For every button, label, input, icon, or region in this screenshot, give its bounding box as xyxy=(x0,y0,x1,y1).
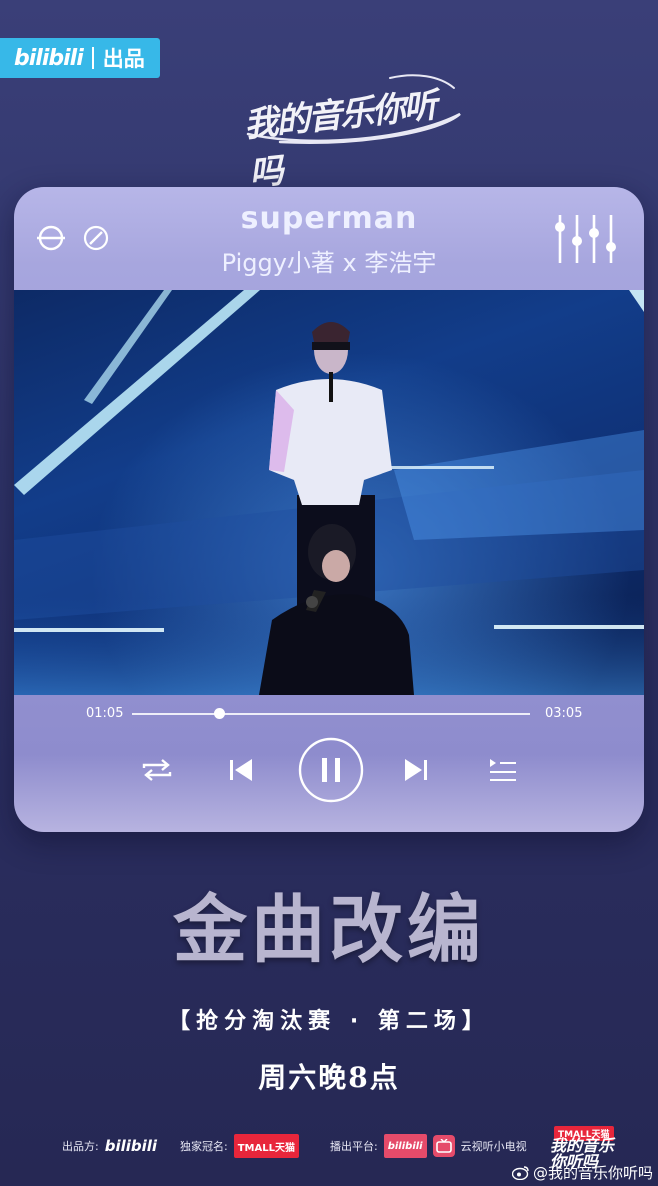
broadcast-name: 云视听小电视 xyxy=(460,1140,527,1153)
show-logo: 我的音乐你听吗 xyxy=(240,70,465,194)
bilibili-mini-logo: bilibili xyxy=(383,1134,427,1158)
footer-credits: 出品方: bilibili 独家冠名: TMALL天猫 播出平台: bilibi… xyxy=(62,1131,532,1161)
repeat-icon[interactable] xyxy=(140,758,174,786)
tmall-logo: TMALL天猫 xyxy=(233,1134,299,1158)
air-time: 周六晚8点 xyxy=(258,1061,400,1094)
sponsor-credit: 独家冠名: TMALL天猫 xyxy=(180,1131,299,1161)
pause-icon xyxy=(322,758,327,782)
song-artist: Piggy小著 x 李浩宇 xyxy=(221,249,437,277)
producer-label: 出品方: xyxy=(62,1140,99,1153)
producer-logo: bilibili xyxy=(104,1137,158,1155)
equalizer-icon[interactable] xyxy=(552,213,624,269)
song-title: superman xyxy=(240,201,418,236)
previous-icon[interactable] xyxy=(228,757,254,787)
weibo-watermark: @我的音乐你听吗 xyxy=(512,1162,653,1183)
badge-divider xyxy=(91,47,94,69)
music-player-card: superman Piggy小著 x 李浩宇 01:05 03:05 xyxy=(14,187,644,832)
next-icon[interactable] xyxy=(403,757,429,787)
pause-button[interactable] xyxy=(297,736,365,808)
headline: 金曲改编 xyxy=(173,887,485,973)
progress-knob[interactable] xyxy=(214,708,226,719)
playlist-icon[interactable] xyxy=(488,757,518,787)
stage-scene xyxy=(14,290,644,695)
progress-track[interactable] xyxy=(132,713,530,715)
broadcast-credit: 播出平台: bilibili 云视听小电视 xyxy=(330,1131,527,1161)
sponsor-label: 独家冠名: xyxy=(180,1140,228,1153)
round-subtitle: 【抢分淘汰赛 · 第二场】 xyxy=(168,1009,490,1034)
tv-icon xyxy=(432,1135,455,1157)
badge-produced-label: 出品 xyxy=(102,47,145,71)
bilibili-logo: bilibili xyxy=(14,45,84,71)
weibo-icon xyxy=(512,1166,529,1180)
performance-video[interactable] xyxy=(14,290,644,695)
current-time: 01:05 xyxy=(86,706,124,721)
total-time: 03:05 xyxy=(545,706,583,721)
producer-credit: 出品方: bilibili xyxy=(62,1131,157,1161)
weibo-handle: @我的音乐你听吗 xyxy=(533,1164,654,1182)
bilibili-badge: bilibili 出品 xyxy=(0,38,160,78)
corner-show-logo: TMALL天猫 我的音乐你听吗 xyxy=(548,1122,628,1170)
broadcast-label: 播出平台: xyxy=(330,1140,378,1153)
